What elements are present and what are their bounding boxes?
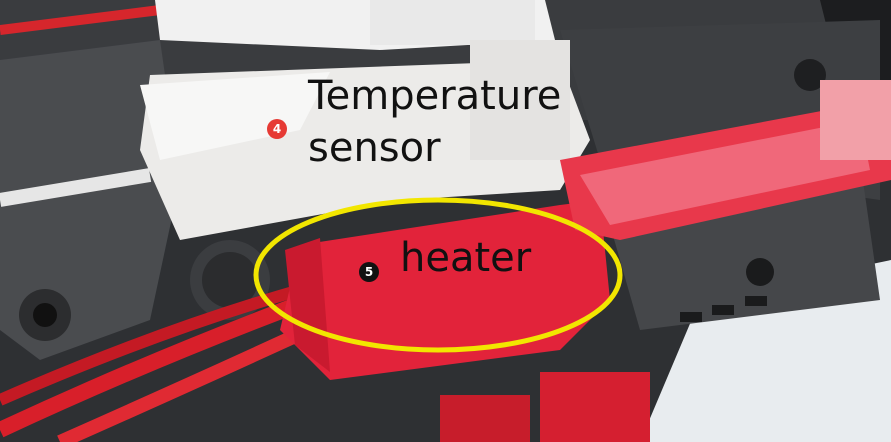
temperature-sensor-label-line2: sensor bbox=[308, 125, 441, 171]
heater-label: heater bbox=[400, 235, 532, 281]
temperature-sensor-label: Temperature sensor bbox=[308, 70, 588, 174]
printer-hotend-photo bbox=[0, 0, 891, 442]
annotation-badge-4: 4 bbox=[267, 119, 287, 139]
annotation-badge-5: 5 bbox=[359, 262, 379, 282]
photo-scene: 4 Temperature sensor 5 heater bbox=[0, 0, 891, 442]
temperature-sensor-label-line1: Temperature bbox=[308, 73, 562, 119]
